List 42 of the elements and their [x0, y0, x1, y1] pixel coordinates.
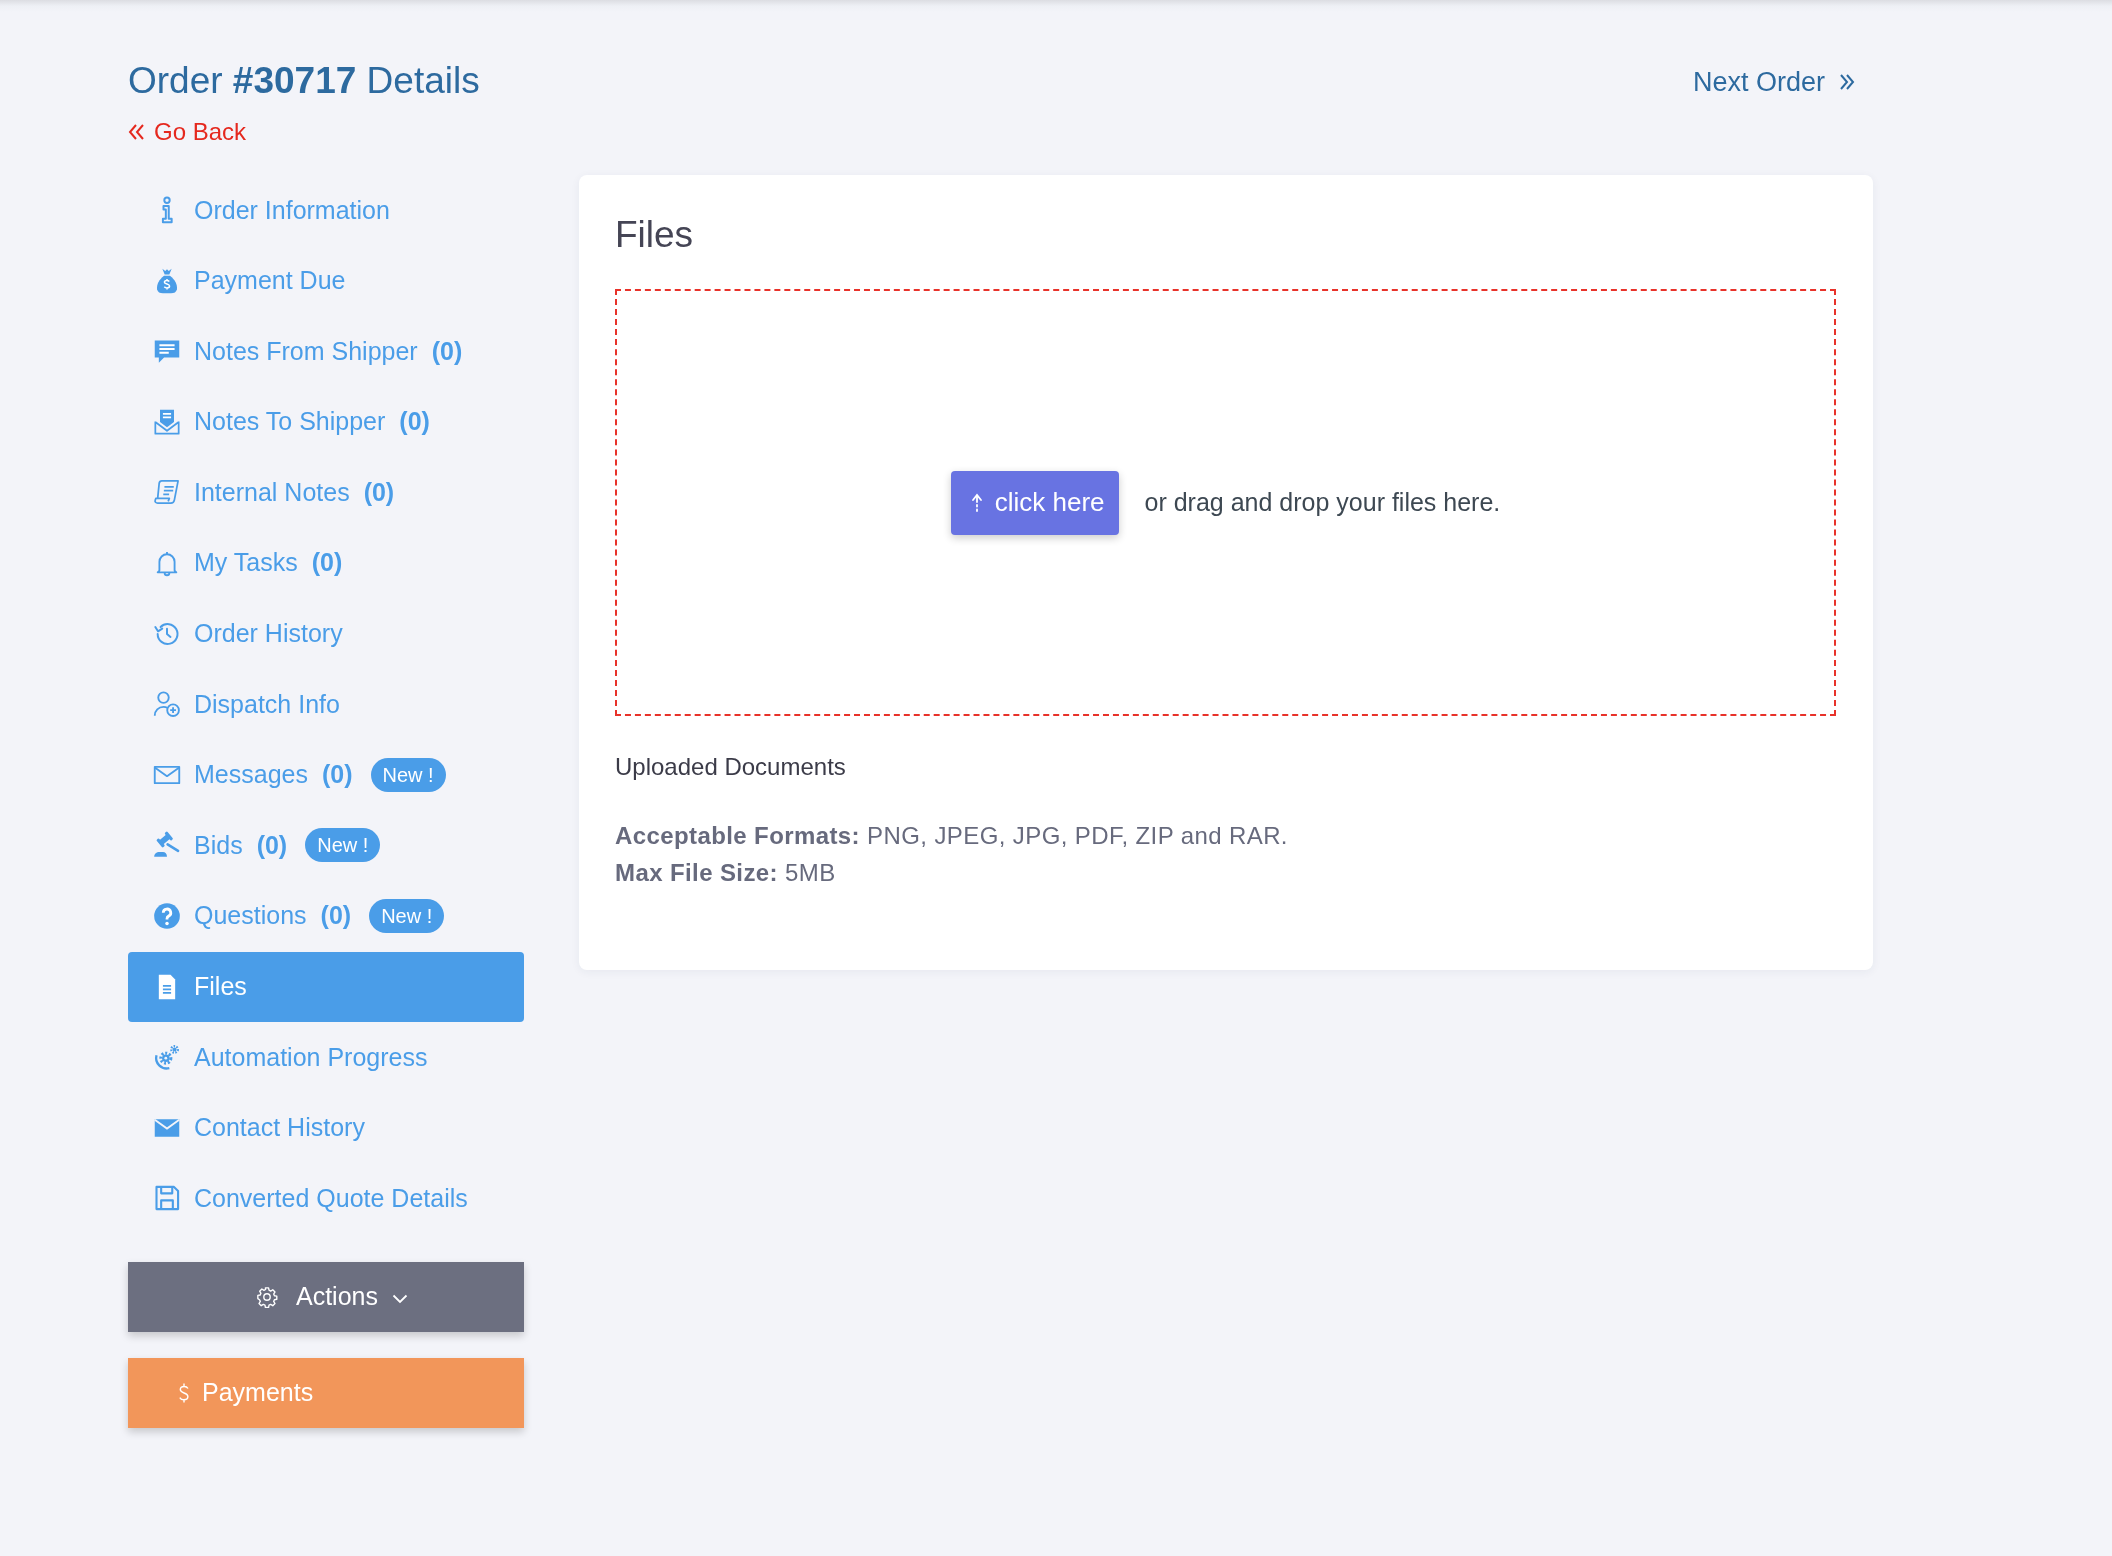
double-chevron-left-icon: [128, 122, 146, 142]
new-badge: New !: [305, 828, 381, 863]
save-icon: [152, 1184, 182, 1213]
sidebar-item[interactable]: Notes From Shipper (0): [152, 333, 463, 370]
sidebar-item[interactable]: Messages (0) New !: [152, 756, 446, 793]
payments-button[interactable]: Payments: [128, 1357, 524, 1428]
upload-arrow-icon: [970, 492, 983, 513]
sidebar-item[interactable]: Payment Due: [152, 262, 346, 299]
next-order-link[interactable]: Next Order: [1692, 64, 1855, 100]
user-add-icon: [152, 690, 182, 719]
sidebar-item[interactable]: Questions (0) New !: [152, 897, 445, 934]
sidebar-item[interactable]: Order Information: [152, 192, 390, 228]
new-badge: New !: [370, 757, 446, 792]
new-badge: New !: [369, 898, 445, 933]
page-title: Order #30717 Details: [128, 59, 480, 103]
double-chevron-right-icon: [1839, 72, 1855, 92]
uploaded-documents-heading: Uploaded Documents: [615, 752, 847, 782]
panel-title: Files: [615, 213, 695, 257]
gears-icon: [152, 1043, 182, 1072]
sidebar-item[interactable]: Dispatch Info: [152, 686, 340, 723]
scroll-icon: [152, 478, 182, 507]
sidebar-item[interactable]: Order History: [152, 615, 343, 652]
gavel-icon: [152, 831, 182, 860]
go-back-link[interactable]: Go Back: [128, 116, 247, 148]
gear-icon: [256, 1285, 278, 1308]
sidebar-item[interactable]: Contact History: [152, 1109, 365, 1146]
sidebar-item[interactable]: My Tasks (0): [152, 544, 343, 581]
sidebar-item[interactable]: Internal Notes (0): [152, 474, 395, 511]
caret-down-icon: [392, 1293, 408, 1304]
document-envelope-icon: [152, 407, 182, 436]
drop-hint-text: or drag and drop your files here.: [1144, 488, 1501, 517]
click-here-button[interactable]: click here: [950, 470, 1119, 535]
upload-note: Max File Size: 5MB: [615, 858, 837, 888]
upload-dropzone[interactable]: click here or drag and drop your files here.: [615, 289, 1836, 716]
question-icon: [152, 901, 182, 930]
actions-button[interactable]: Actions: [128, 1261, 524, 1332]
sidebar-item[interactable]: Bids (0) New !: [152, 827, 381, 864]
sidebar-item[interactable]: Files: [128, 951, 524, 1023]
upload-note: Acceptable Formats: PNG, JPEG, JPG, PDF, ZIP and RAR.: [615, 821, 1289, 851]
sidebar-item[interactable]: Converted Quote Details: [152, 1180, 468, 1217]
sidebar-item[interactable]: Automation Progress: [152, 1039, 428, 1076]
sidebar-item[interactable]: Notes To Shipper (0): [152, 403, 430, 440]
